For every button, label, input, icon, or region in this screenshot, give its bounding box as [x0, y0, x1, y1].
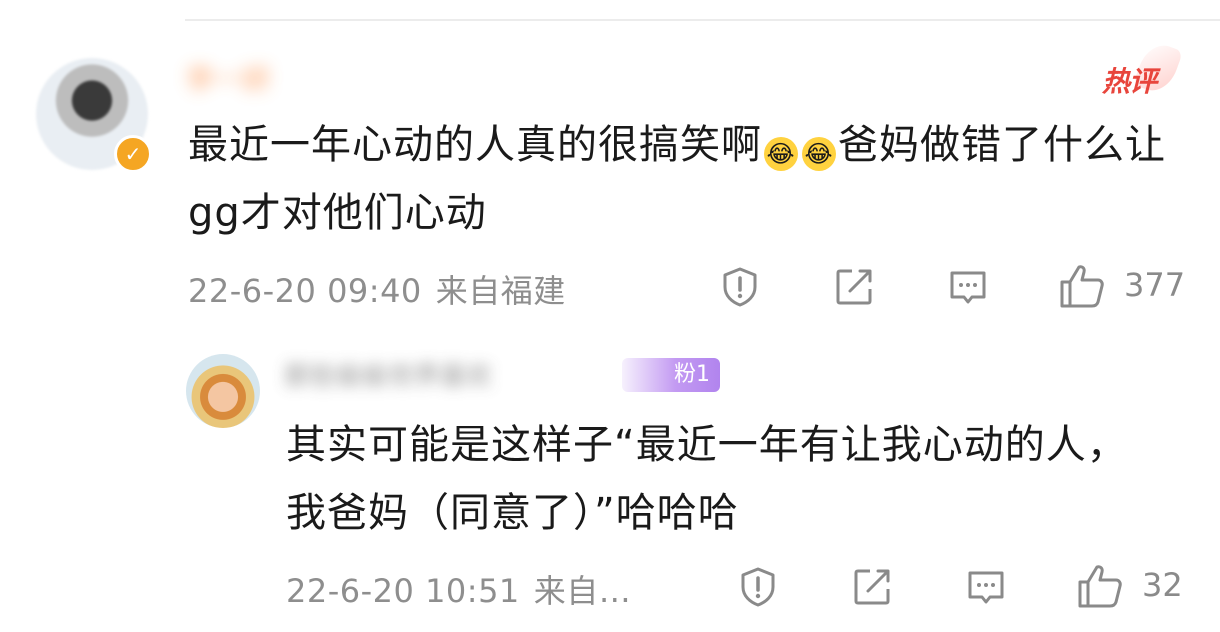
- repost-edit-icon: [836, 269, 872, 305]
- reply-time: 22-6-20 10:51: [286, 572, 520, 610]
- like-count: 377: [1124, 266, 1186, 304]
- comment-time: 22-6-20 09:40: [188, 272, 422, 310]
- reply-report-button[interactable]: [736, 565, 780, 613]
- hot-comment-badge: 热评: [1102, 65, 1157, 98]
- reply-repost-button[interactable]: [850, 565, 894, 613]
- laugh-cry-emoji-icon: 😂: [802, 137, 836, 171]
- report-icon: [723, 267, 757, 307]
- report-button[interactable]: [718, 265, 762, 313]
- fan-level-badge: 粉1: [622, 358, 720, 392]
- verified-badge-icon: ✓: [114, 135, 152, 173]
- thumbs-up-icon: [1078, 565, 1122, 608]
- comment-text: 最近一年心动的人真的很搞笑啊 😂 😂 爸妈做错了什么让gg才对他们心动: [188, 111, 1188, 247]
- commenter-name[interactable]: 李一妍: [186, 58, 376, 100]
- reply-comment-button[interactable]: [964, 565, 1008, 613]
- comment-source: 来自福建: [435, 272, 566, 310]
- like-button[interactable]: [1058, 262, 1106, 314]
- repost-edit-icon: [854, 569, 890, 605]
- comment-button[interactable]: [946, 265, 990, 313]
- comment-text-part1: 最近一年心动的人真的很搞笑啊: [188, 122, 762, 168]
- comment-bubble-icon: [950, 271, 986, 304]
- reply-like-count: 32: [1142, 566, 1183, 604]
- laugh-cry-emoji-icon: 😂: [764, 137, 798, 171]
- report-icon: [741, 567, 775, 607]
- reply-text: 其实可能是这样子“最近一年有让我心动的人，我爸妈（同意了）”哈哈哈: [286, 422, 1128, 536]
- reply-like-button[interactable]: [1076, 562, 1124, 614]
- thumbs-up-icon: [1060, 265, 1104, 308]
- top-divider: [185, 19, 1220, 21]
- repost-button[interactable]: [832, 265, 876, 313]
- reply-meta: 22-6-20 10:51 来自…: [286, 566, 631, 612]
- comment-meta: 22-6-20 09:40 来自福建: [188, 266, 566, 312]
- reply-avatar[interactable]: [186, 354, 260, 428]
- comment-bubble-icon: [968, 571, 1004, 604]
- reply-source: 来自…: [533, 572, 632, 610]
